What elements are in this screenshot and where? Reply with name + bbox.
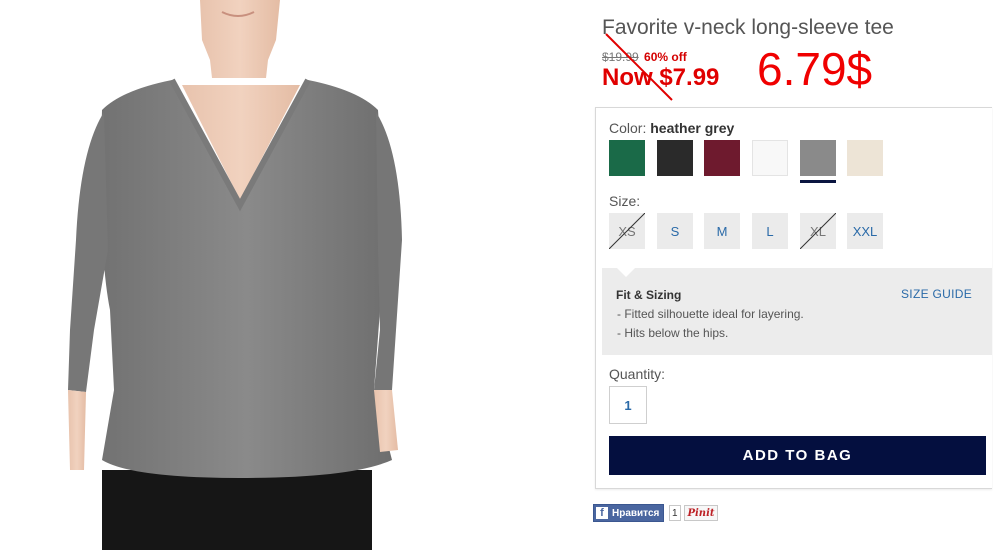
- like-label: Нравится: [612, 507, 660, 519]
- original-price: $19.99: [602, 50, 639, 64]
- size-option-xl[interactable]: XL: [800, 213, 836, 249]
- size-option-s[interactable]: S: [657, 213, 693, 249]
- facebook-like-button[interactable]: f Нравится: [593, 504, 665, 522]
- product-title: Favorite v-neck long-sleeve tee: [602, 16, 894, 39]
- selected-swatch-indicator: [800, 180, 836, 183]
- color-swatch-burgundy[interactable]: [704, 140, 740, 176]
- fit-title: Fit & Sizing: [616, 288, 682, 302]
- add-to-bag-button[interactable]: ADD TO BAG: [609, 436, 986, 475]
- color-swatch-white[interactable]: [752, 140, 788, 176]
- color-swatch-black[interactable]: [657, 140, 693, 176]
- pinterest-pin-button[interactable]: Pinit: [684, 505, 718, 521]
- color-label: Color: heather grey: [609, 120, 735, 136]
- like-count: 1: [669, 505, 681, 521]
- color-swatch-green[interactable]: [609, 140, 645, 176]
- size-option-m[interactable]: M: [704, 213, 740, 249]
- size-option-xxl[interactable]: XXL: [847, 213, 883, 249]
- handwritten-price-annotation: 6.79$: [757, 43, 873, 95]
- size-option-xs[interactable]: XS: [609, 213, 645, 249]
- fit-bullet: - Fitted silhouette ideal for layering.: [617, 307, 804, 321]
- price-line: $19.99 60% off: [602, 50, 687, 64]
- fit-bullet: - Hits below the hips.: [617, 326, 729, 340]
- fit-box-pointer: [617, 268, 635, 277]
- sale-price: Now $7.99: [602, 64, 720, 91]
- size-option-l[interactable]: L: [752, 213, 788, 249]
- size-guide-link[interactable]: SIZE GUIDE: [901, 287, 972, 301]
- product-image: [62, 0, 422, 550]
- size-label: Size:: [609, 193, 641, 209]
- quantity-label: Quantity:: [609, 366, 666, 382]
- color-swatch-heather-grey[interactable]: [800, 140, 836, 176]
- quantity-selector[interactable]: 1: [609, 386, 647, 424]
- selected-color: heather grey: [650, 120, 735, 136]
- discount-badge: 60% off: [644, 50, 687, 64]
- color-swatch-cream[interactable]: [847, 140, 883, 176]
- facebook-icon: f: [596, 507, 608, 519]
